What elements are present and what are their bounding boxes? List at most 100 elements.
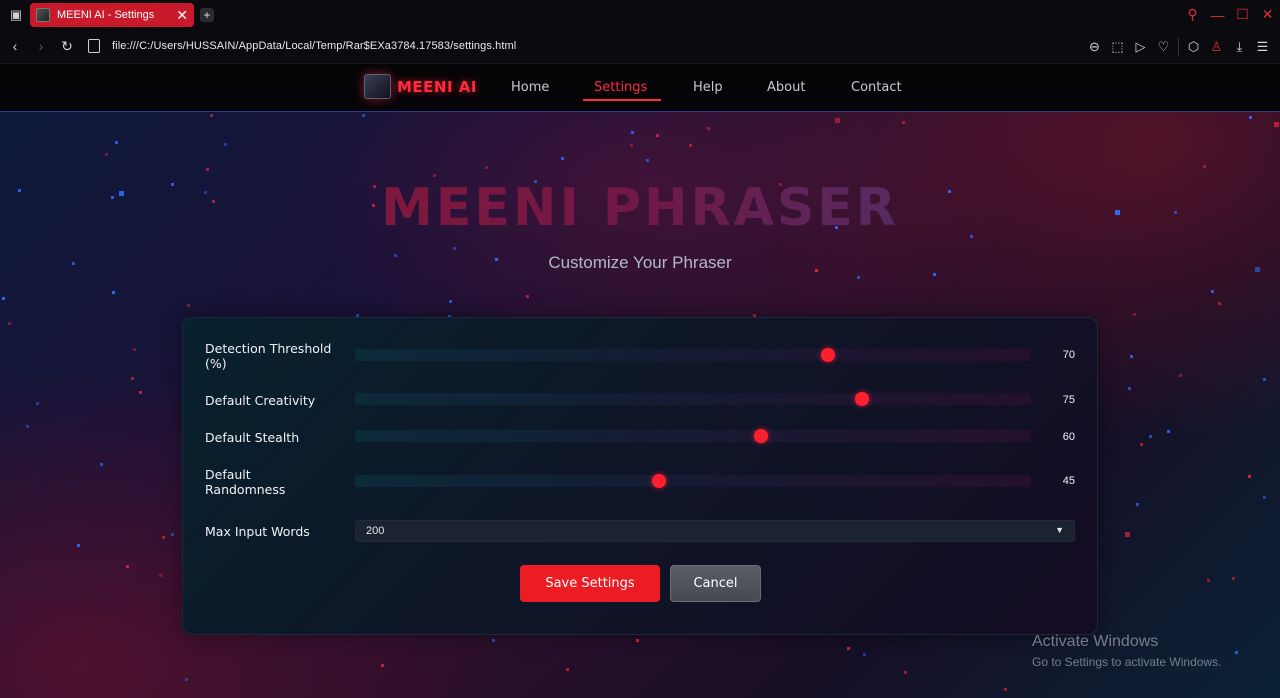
activate-windows-watermark: Activate Windows Go to Settings to activ… [1032, 633, 1221, 669]
watermark-title: Activate Windows [1032, 633, 1159, 650]
brand-logo-icon [364, 74, 391, 99]
nav-contact[interactable]: Contact [851, 80, 902, 95]
url-field[interactable]: file:///C:/Users/HUSSAIN/AppData/Local/T… [112, 40, 516, 52]
slider-thumb[interactable] [821, 348, 836, 362]
close-window-icon[interactable]: ✕ [1255, 6, 1280, 23]
particle-dot [1203, 165, 1206, 168]
tab-title: MEENI AI - Settings [57, 8, 155, 21]
particle-dot [1004, 688, 1007, 691]
browser-tab-settings[interactable]: MEENI AI - Settings ✕ [30, 2, 194, 27]
browser-tab-bar: ▣ MEENI AI - Settings ✕ + ⚲ — ☐ ✕ [0, 0, 1280, 29]
max-input-words-select[interactable]: 200 ▼ [355, 520, 1075, 542]
file-icon [88, 39, 100, 53]
particle-dot [835, 118, 840, 123]
particle-dot [26, 425, 29, 428]
particle-dot [1248, 475, 1251, 478]
particle-dot [561, 157, 564, 160]
particle-dot [100, 463, 103, 466]
window-controls: ⚲ — ☐ ✕ [1180, 0, 1280, 29]
hero-title: MEENI PHRASER [0, 178, 1280, 238]
save-settings-button[interactable]: Save Settings [520, 565, 660, 602]
max-input-words-value: 200 [366, 525, 385, 537]
particle-dot [1149, 435, 1152, 438]
nav-help[interactable]: Help [693, 80, 723, 95]
forward-arrow-icon[interactable]: › [30, 38, 52, 54]
zoom-icon[interactable]: ⊖ [1083, 39, 1106, 55]
particle-dot [224, 143, 227, 146]
close-tab-icon[interactable]: ✕ [176, 8, 188, 22]
particle-dot [126, 565, 129, 568]
particle-dot [449, 300, 452, 303]
particle-dot [1125, 532, 1130, 537]
particle-dot [902, 121, 905, 124]
particle-dot [362, 114, 365, 117]
brand[interactable]: MEENI AI [364, 74, 477, 99]
particle-dot [1136, 503, 1139, 506]
detection-threshold-slider[interactable] [355, 348, 1031, 362]
site-navbar: MEENI AI Home Settings Help About Contac… [0, 64, 1280, 112]
nav-home[interactable]: Home [511, 80, 549, 95]
particle-dot [1263, 496, 1266, 499]
menu-icon[interactable]: ☰ [1251, 39, 1274, 55]
particle-dot [1133, 313, 1136, 316]
particle-dot [1167, 430, 1170, 433]
slider-thumb[interactable] [753, 429, 768, 443]
particle-dot [206, 168, 209, 171]
particle-dot [115, 141, 118, 144]
particle-dot [526, 295, 529, 298]
nav-settings[interactable]: Settings [594, 80, 647, 95]
default-randomness-value: 45 [1062, 475, 1075, 487]
default-creativity-slider[interactable] [355, 392, 1031, 406]
particle-dot [210, 114, 213, 117]
particle-dot [566, 668, 569, 671]
send-icon[interactable]: ▷ [1129, 39, 1152, 55]
particle-dot [453, 247, 456, 250]
browser-toolbar: ⊖ ⬚ ▷ ♡ ⬡ ♙ ⤓ ☰ [1083, 29, 1274, 64]
particle-dot [1274, 122, 1279, 127]
tab-favicon-icon [36, 7, 50, 22]
detection-threshold-label: Detection Threshold (%) [205, 341, 332, 371]
default-randomness-slider[interactable] [355, 474, 1031, 488]
tab-overview-icon[interactable]: ▣ [8, 7, 24, 23]
hero-subtitle: Customize Your Phraser [548, 253, 732, 272]
screenshot-icon[interactable]: ⬚ [1106, 39, 1129, 55]
particle-dot [847, 647, 850, 650]
particle-dot [112, 291, 115, 294]
particle-dot [1140, 443, 1143, 446]
minimize-icon[interactable]: — [1205, 7, 1230, 23]
brand-name: MEENI AI [397, 77, 477, 96]
particle-dot [131, 377, 134, 380]
settings-card: Detection Threshold (%) 70 Default Creat… [182, 317, 1098, 635]
particle-dot [1263, 378, 1266, 381]
maximize-icon[interactable]: ☐ [1230, 6, 1255, 23]
default-randomness-label: Default Randomness [205, 467, 286, 497]
new-tab-button[interactable]: + [200, 7, 214, 22]
page-content: MEENI AI Home Settings Help About Contac… [0, 64, 1280, 698]
heart-icon[interactable]: ♡ [1152, 39, 1175, 55]
particle-dot [636, 639, 639, 642]
download-icon[interactable]: ⤓ [1228, 39, 1251, 55]
back-arrow-icon[interactable]: ‹ [4, 38, 26, 54]
extensions-icon[interactable]: ⬡ [1182, 39, 1205, 55]
cancel-button[interactable]: Cancel [670, 565, 761, 602]
profile-icon[interactable]: ♙ [1205, 39, 1228, 55]
particle-dot [1130, 355, 1133, 358]
slider-thumb[interactable] [652, 474, 667, 488]
particle-dot [1207, 579, 1210, 582]
search-icon[interactable]: ⚲ [1180, 6, 1205, 23]
particle-dot [485, 166, 488, 169]
particle-dot [707, 127, 710, 130]
particle-dot [656, 134, 659, 137]
particle-dot [1249, 116, 1252, 119]
reload-icon[interactable]: ↻ [56, 38, 78, 55]
particle-dot [1235, 651, 1238, 654]
default-stealth-label: Default Stealth [205, 430, 300, 445]
max-input-words-label: Max Input Words [205, 524, 310, 539]
particle-dot [492, 639, 495, 642]
nav-about[interactable]: About [767, 80, 805, 95]
default-stealth-slider[interactable] [355, 429, 1031, 443]
particle-dot [1232, 577, 1235, 580]
particle-dot [646, 159, 649, 162]
particle-dot [433, 174, 436, 177]
slider-thumb[interactable] [855, 392, 869, 406]
